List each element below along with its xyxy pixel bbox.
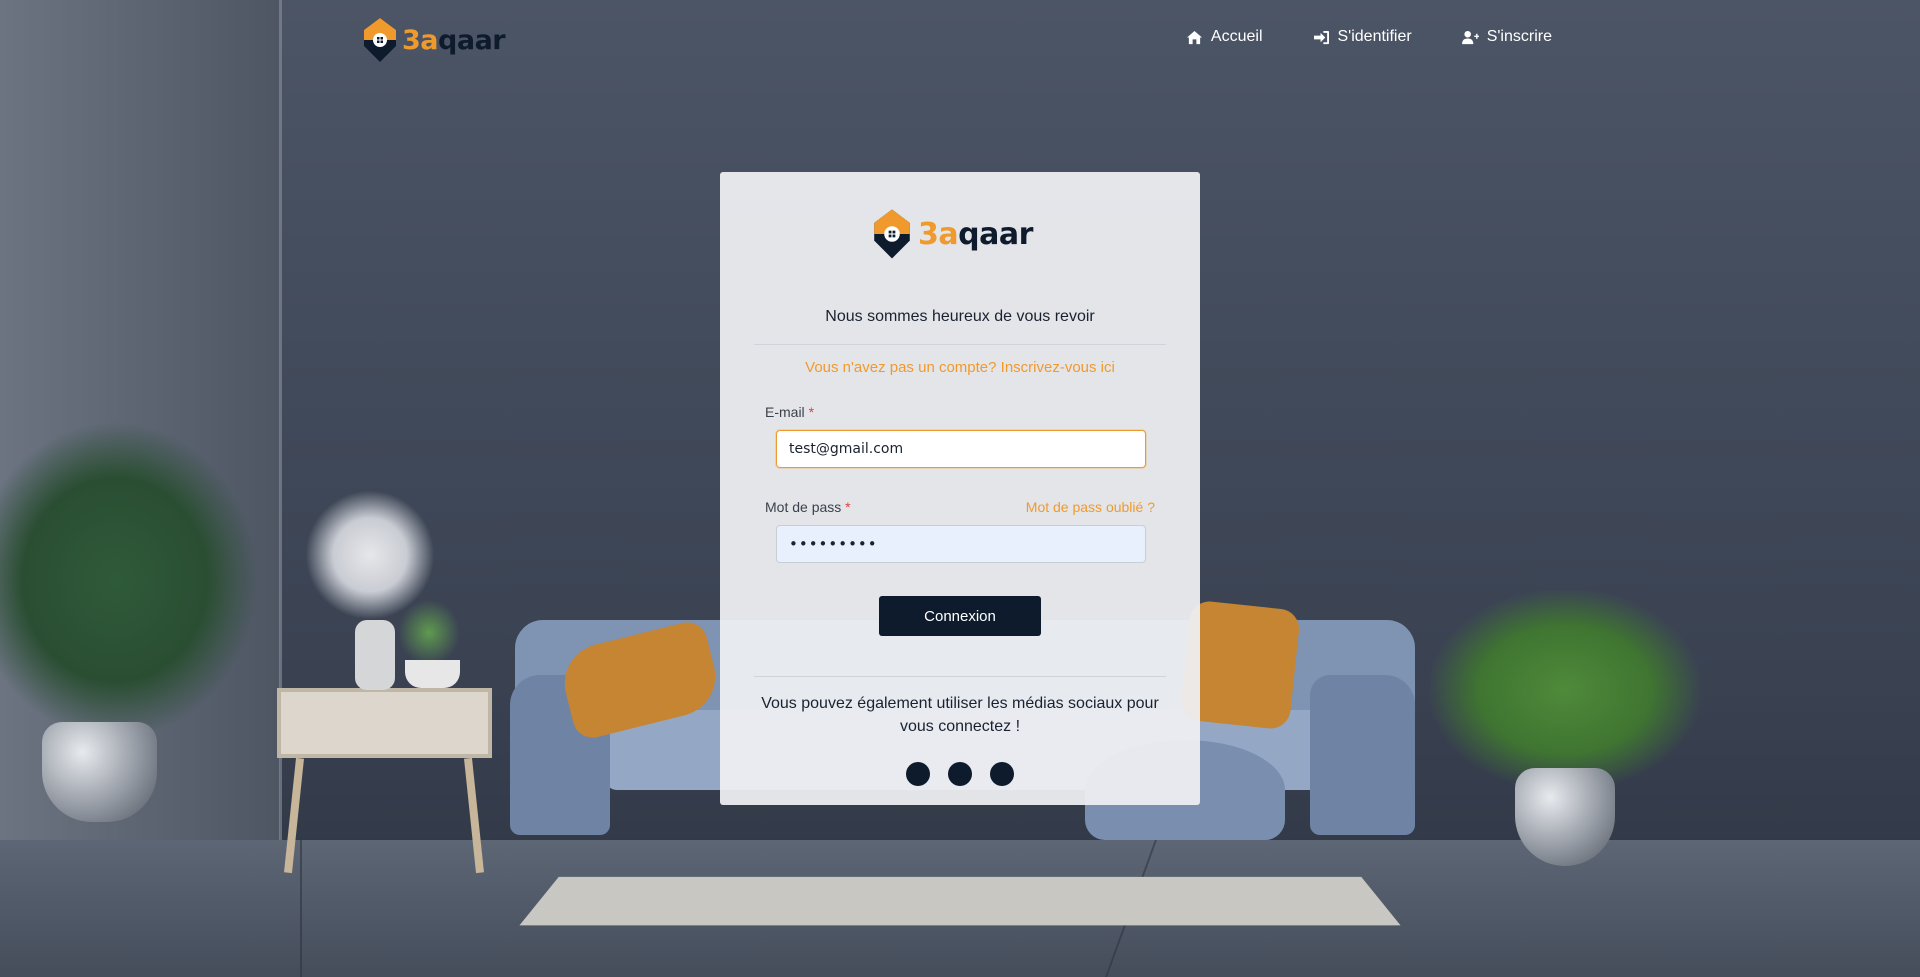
nav-sign-up-label: S'inscrire bbox=[1486, 28, 1552, 45]
plant-left bbox=[0, 420, 260, 740]
nav-home[interactable]: Accueil bbox=[1186, 28, 1263, 46]
brand-logo[interactable]: 3aqaar bbox=[362, 16, 506, 64]
home-icon bbox=[1186, 30, 1202, 44]
email-field[interactable]: test@gmail.com bbox=[776, 430, 1146, 468]
card-brand-name: 3aqaar bbox=[918, 216, 1033, 252]
top-nav: 3aqaar Accueil S'identifier S'inscrire bbox=[0, 0, 1920, 80]
social-button-2[interactable] bbox=[948, 762, 972, 786]
social-login-text: Vous pouvez également utiliser les média… bbox=[761, 695, 1159, 735]
card-logo: 3aqaar bbox=[872, 206, 1033, 262]
login-button[interactable]: Connexion bbox=[879, 596, 1041, 636]
password-field[interactable]: ••••••••• bbox=[776, 525, 1146, 563]
brand-name: 3aqaar bbox=[402, 24, 506, 56]
rug bbox=[519, 876, 1401, 926]
sofa-arm bbox=[1310, 675, 1415, 835]
logo-pin-icon bbox=[364, 18, 396, 62]
logo-pin-icon bbox=[874, 209, 910, 259]
required-mark: * bbox=[845, 499, 851, 515]
user-plus-icon bbox=[1461, 30, 1479, 44]
divider bbox=[754, 344, 1166, 345]
login-card: 3aqaar Nous sommes heureux de vous revoi… bbox=[720, 172, 1200, 805]
nav-sign-in-label: S'identifier bbox=[1337, 28, 1412, 45]
succulent-pot bbox=[405, 660, 460, 688]
floor-tile-line bbox=[300, 840, 302, 977]
password-label: Mot de pass * bbox=[765, 499, 851, 515]
email-label: E-mail * bbox=[765, 404, 815, 420]
nav-links: Accueil S'identifier S'inscrire bbox=[1186, 28, 1552, 46]
succulent bbox=[398, 600, 460, 665]
divider bbox=[754, 676, 1166, 677]
forgot-password-link[interactable]: Mot de pass oublié ? bbox=[1026, 499, 1155, 515]
sign-in-icon bbox=[1313, 30, 1329, 44]
nav-home-label: Accueil bbox=[1210, 28, 1263, 45]
required-mark: * bbox=[808, 404, 815, 420]
social-button-1[interactable] bbox=[906, 762, 930, 786]
nav-sign-in[interactable]: S'identifier bbox=[1313, 28, 1412, 46]
pot-left bbox=[42, 722, 157, 822]
pot-right bbox=[1515, 768, 1615, 866]
social-button-3[interactable] bbox=[990, 762, 1014, 786]
vase bbox=[355, 620, 395, 690]
signup-link[interactable]: Vous n'avez pas un compte? Inscrivez-vou… bbox=[720, 359, 1200, 376]
side-table bbox=[277, 688, 492, 758]
nav-sign-up[interactable]: S'inscrire bbox=[1461, 28, 1552, 46]
plant-right bbox=[1430, 590, 1700, 790]
welcome-text: Nous sommes heureux de vous revoir bbox=[825, 308, 1095, 325]
social-buttons bbox=[720, 762, 1200, 786]
